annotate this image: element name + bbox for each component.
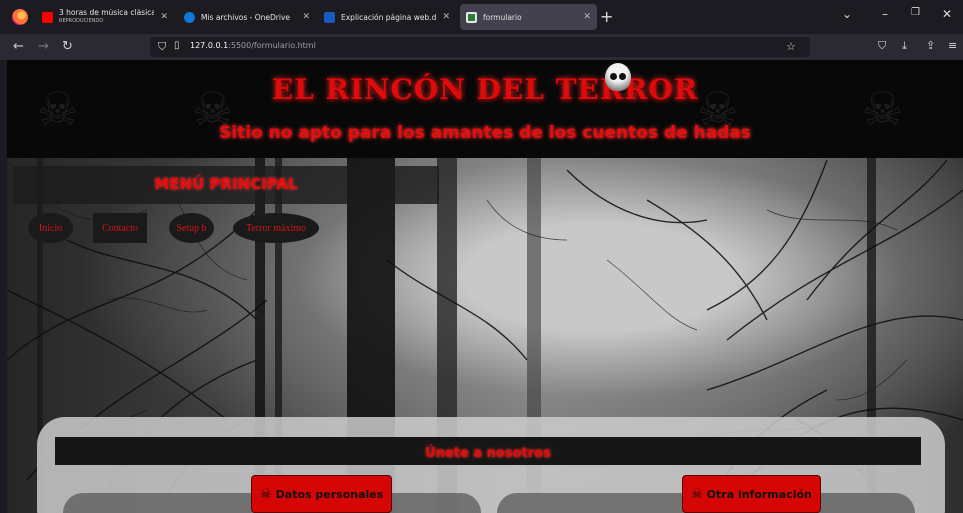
main-menu-title: MENÚ PRINCIPAL xyxy=(154,175,298,193)
bookmark-star-icon[interactable]: ☆ xyxy=(786,40,796,53)
page-info-icon[interactable]: ▯ xyxy=(174,40,180,51)
word-icon xyxy=(324,11,335,23)
skull-icon xyxy=(605,63,631,91)
site-title: EL RINCÓN DEL TERROR xyxy=(271,73,699,106)
restore-icon[interactable]: ❐ xyxy=(911,7,920,18)
hamburger-menu-icon[interactable]: ≡ xyxy=(948,39,957,52)
nav-link-inicio[interactable]: Inicio xyxy=(28,213,73,243)
tab-youtube[interactable]: 3 horas de música clásica para e REPRODU… xyxy=(36,4,174,30)
share-icon[interactable]: ⇪ xyxy=(926,39,935,52)
url-path: :5500/formulario.html xyxy=(228,41,316,50)
browser-tab-strip: 3 horas de música clásica para e REPRODU… xyxy=(0,0,963,34)
firefox-logo-icon[interactable] xyxy=(12,9,28,25)
tab-title: Mis archivos - OneDrive xyxy=(201,12,290,22)
close-window-icon[interactable]: ✕ xyxy=(942,7,952,21)
tab-title: Explicación página web.docx xyxy=(341,12,437,22)
tab-title: 3 horas de música clásica para e xyxy=(59,9,155,17)
nav-link-terror-maximo[interactable]: Terror máximo xyxy=(233,213,319,243)
nav-link-contacto[interactable]: Contacto xyxy=(93,213,147,243)
youtube-icon xyxy=(42,11,53,23)
main-menu-bar: MENÚ PRINCIPAL xyxy=(13,166,439,204)
registration-form-panel: Únete a nosotros ☠ Datos personales ☠ Ot… xyxy=(37,417,945,513)
tab-formulario[interactable]: formulario ✕ xyxy=(460,4,597,30)
tab-playing-status: REPRODUCIENDO xyxy=(59,18,104,24)
tab-title: formulario xyxy=(483,12,522,22)
close-tab-icon[interactable]: ✕ xyxy=(583,12,591,22)
onedrive-icon xyxy=(184,11,195,23)
navigation-toolbar: ← → ↻ ⛉ ▯ 127.0.0.1:5500/formulario.html… xyxy=(0,34,963,60)
tab-list-chevron-icon[interactable]: ⌄ xyxy=(842,7,852,21)
skull-icon: ☠ xyxy=(260,486,272,502)
close-tab-icon[interactable]: ✕ xyxy=(160,12,168,22)
new-tab-icon[interactable]: + xyxy=(600,7,613,26)
join-title: Únete a nosotros xyxy=(425,446,551,461)
url-host: 127.0.0.1 xyxy=(190,41,229,50)
pocket-icon[interactable]: ⛉ xyxy=(878,39,886,53)
personal-data-legend[interactable]: ☠ Datos personales xyxy=(251,475,393,513)
close-tab-icon[interactable]: ✕ xyxy=(442,12,450,22)
tab-onedrive[interactable]: Mis archivos - OneDrive ✕ xyxy=(178,4,316,30)
tab-word-doc[interactable]: Explicación página web.docx ✕ xyxy=(318,4,456,30)
other-info-legend[interactable]: ☠ Otra información xyxy=(682,475,821,513)
back-icon[interactable]: ← xyxy=(13,39,24,54)
url-text[interactable]: 127.0.0.1:5500/formulario.html xyxy=(190,41,316,50)
nav-link-setup[interactable]: Setup b xyxy=(169,213,214,243)
address-bar[interactable]: ⛉ ▯ 127.0.0.1:5500/formulario.html ☆ xyxy=(150,37,810,57)
reload-icon[interactable]: ↻ xyxy=(62,39,73,54)
close-tab-icon[interactable]: ✕ xyxy=(302,12,310,22)
skull-icon: ☠ xyxy=(691,486,703,502)
download-icon[interactable]: ⤓ xyxy=(902,39,907,53)
site-header: ☠ ☠ ☠ ☠ EL RINCÓN DEL TERROR Sitio no ap… xyxy=(7,60,963,158)
personal-data-label: Datos personales xyxy=(275,487,384,501)
shield-icon[interactable]: ⛉ xyxy=(158,40,166,54)
page-icon xyxy=(466,11,477,23)
other-info-label: Otra información xyxy=(706,487,812,501)
join-banner: Únete a nosotros xyxy=(55,437,921,465)
page-viewport: ☠ ☠ ☠ ☠ EL RINCÓN DEL TERROR Sitio no ap… xyxy=(7,60,963,513)
site-subtitle: Sitio no apto para los amantes de los cu… xyxy=(219,123,751,143)
minimize-icon[interactable]: – xyxy=(882,7,888,21)
forward-icon[interactable]: → xyxy=(38,39,49,54)
